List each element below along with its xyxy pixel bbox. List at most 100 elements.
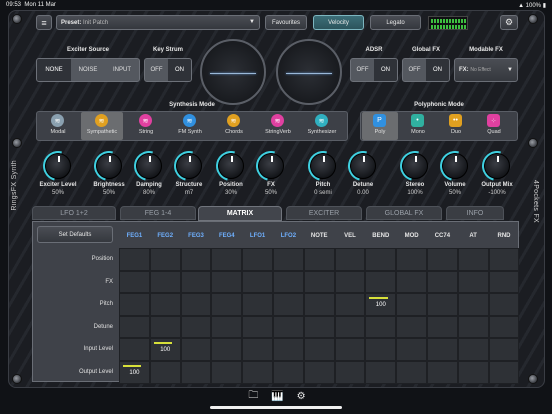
adsr-off[interactable]: OFF [351,59,374,81]
tab-matrix[interactable]: MATRIX [198,206,282,221]
detune-knob[interactable] [342,145,384,187]
matrix-cell[interactable] [273,338,304,361]
matrix-cell[interactable] [180,248,212,271]
matrix-cell[interactable] [180,293,212,316]
poly-mode-quad[interactable]: ⁘ Quad [476,112,512,140]
synth-mode-modal[interactable]: ≋ Modal [37,112,79,140]
matrix-cell[interactable] [334,293,366,316]
matrix-cell[interactable] [303,338,335,361]
matrix-cell[interactable] [457,338,489,361]
matrix-cell[interactable] [427,248,458,271]
matrix-cell[interactable] [149,270,181,294]
matrix-cell[interactable] [119,315,150,339]
matrix-cell[interactable] [303,248,335,271]
matrix-cell[interactable] [427,338,458,361]
key-strum-toggle[interactable]: OFF ON [144,58,192,82]
matrix-cell[interactable] [180,338,212,361]
synth-mode-chords[interactable]: ≋ Chords [213,112,255,140]
matrix-cell[interactable] [334,315,366,339]
matrix-cell[interactable] [242,338,273,361]
matrix-cell[interactable] [273,270,304,294]
adsr-on[interactable]: ON [374,59,397,81]
matrix-cell[interactable] [273,315,304,339]
matrix-cell[interactable] [242,248,273,271]
poly-mode-mono[interactable]: • Mono [400,112,436,140]
velocity-button[interactable]: Velocity [313,15,364,30]
legato-button[interactable]: Legato [370,15,421,30]
settings-button[interactable]: ⚙ [500,15,518,30]
preset-selector[interactable]: Preset: Init Patch ▼ [56,15,260,30]
matrix-cell[interactable] [211,270,243,294]
output-mix-knob[interactable] [476,145,518,187]
matrix-cell[interactable] [427,270,458,294]
matrix-cell[interactable] [119,293,150,316]
matrix-cell[interactable] [365,315,397,339]
pitch-knob[interactable] [302,145,344,187]
exciter-none-option[interactable]: NONE [37,59,71,81]
exciter-source-selector[interactable]: NONE NOISE INPUT [36,58,140,82]
matrix-cell[interactable] [119,270,150,294]
matrix-cell[interactable] [457,361,489,384]
matrix-cell[interactable] [242,293,273,316]
exciter-noise-option[interactable]: NOISE [71,59,105,81]
damping-knob[interactable] [128,145,170,187]
matrix-cell[interactable] [457,315,489,339]
fx-knob[interactable] [250,145,292,187]
poly-mode-duo[interactable]: •• Duo [438,112,474,140]
synth-mode-string[interactable]: ≋ String [125,112,167,140]
matrix-cell[interactable] [334,270,366,294]
matrix-cell[interactable] [396,338,427,361]
matrix-cell[interactable] [149,315,181,339]
matrix-cell[interactable] [427,361,458,384]
matrix-cell[interactable] [211,361,243,384]
exciter-level-knob[interactable] [37,145,79,187]
synth-mode-synthesizer[interactable]: ≋ Synthesizer [301,112,343,140]
matrix-cell[interactable] [488,315,520,339]
matrix-cell[interactable] [119,338,150,361]
global-fx-on[interactable]: ON [426,59,449,81]
matrix-cell[interactable] [334,248,366,271]
matrix-cell[interactable] [334,361,366,384]
matrix-cell[interactable] [180,270,212,294]
volume-knob[interactable] [434,145,476,187]
matrix-cell[interactable] [488,293,520,316]
matrix-cell[interactable] [488,338,520,361]
tab-global-fx[interactable]: GLOBAL FX [366,206,442,220]
matrix-cell[interactable] [273,248,304,271]
matrix-cell[interactable] [488,248,520,271]
brightness-knob[interactable] [88,145,130,187]
matrix-cell[interactable] [365,248,397,271]
structure-knob[interactable] [168,145,210,187]
matrix-cell[interactable] [242,270,273,294]
matrix-cell[interactable] [457,248,489,271]
position-knob[interactable] [210,145,252,187]
matrix-cell[interactable] [273,293,304,316]
matrix-cell[interactable] [149,293,181,316]
matrix-cell[interactable] [396,361,427,384]
matrix-cell[interactable] [303,270,335,294]
matrix-cell[interactable] [180,315,212,339]
matrix-cell[interactable] [119,248,150,271]
synth-mode-fm-synth[interactable]: ≋ FM Synth [169,112,211,140]
matrix-cell[interactable] [211,315,243,339]
matrix-cell[interactable] [180,361,212,384]
modable-fx-selector[interactable]: FX: No Effect ▼ [454,58,518,82]
synth-mode-stringverb[interactable]: ≋ StringVerb [257,112,299,140]
matrix-cell[interactable] [396,248,427,271]
menu-button[interactable]: ≡ [36,15,52,30]
matrix-cell[interactable] [488,270,520,294]
exciter-input-option[interactable]: INPUT [105,59,139,81]
tab-exciter[interactable]: EXCITER [286,206,362,220]
matrix-cell[interactable] [488,361,520,384]
tab-feg-1-4[interactable]: FEG 1-4 [120,206,196,220]
tab-info[interactable]: INFO [446,206,504,220]
matrix-cell[interactable] [365,361,397,384]
matrix-cell[interactable] [365,338,397,361]
matrix-cell[interactable] [396,270,427,294]
synth-mode-sympathetic[interactable]: ≋ Sympathetic [81,112,123,140]
matrix-cell[interactable] [303,361,335,384]
matrix-cell[interactable] [149,248,181,271]
poly-mode-poly[interactable]: P Poly [362,112,398,140]
matrix-cell[interactable] [427,293,458,316]
adsr-toggle[interactable]: OFF ON [350,58,398,82]
